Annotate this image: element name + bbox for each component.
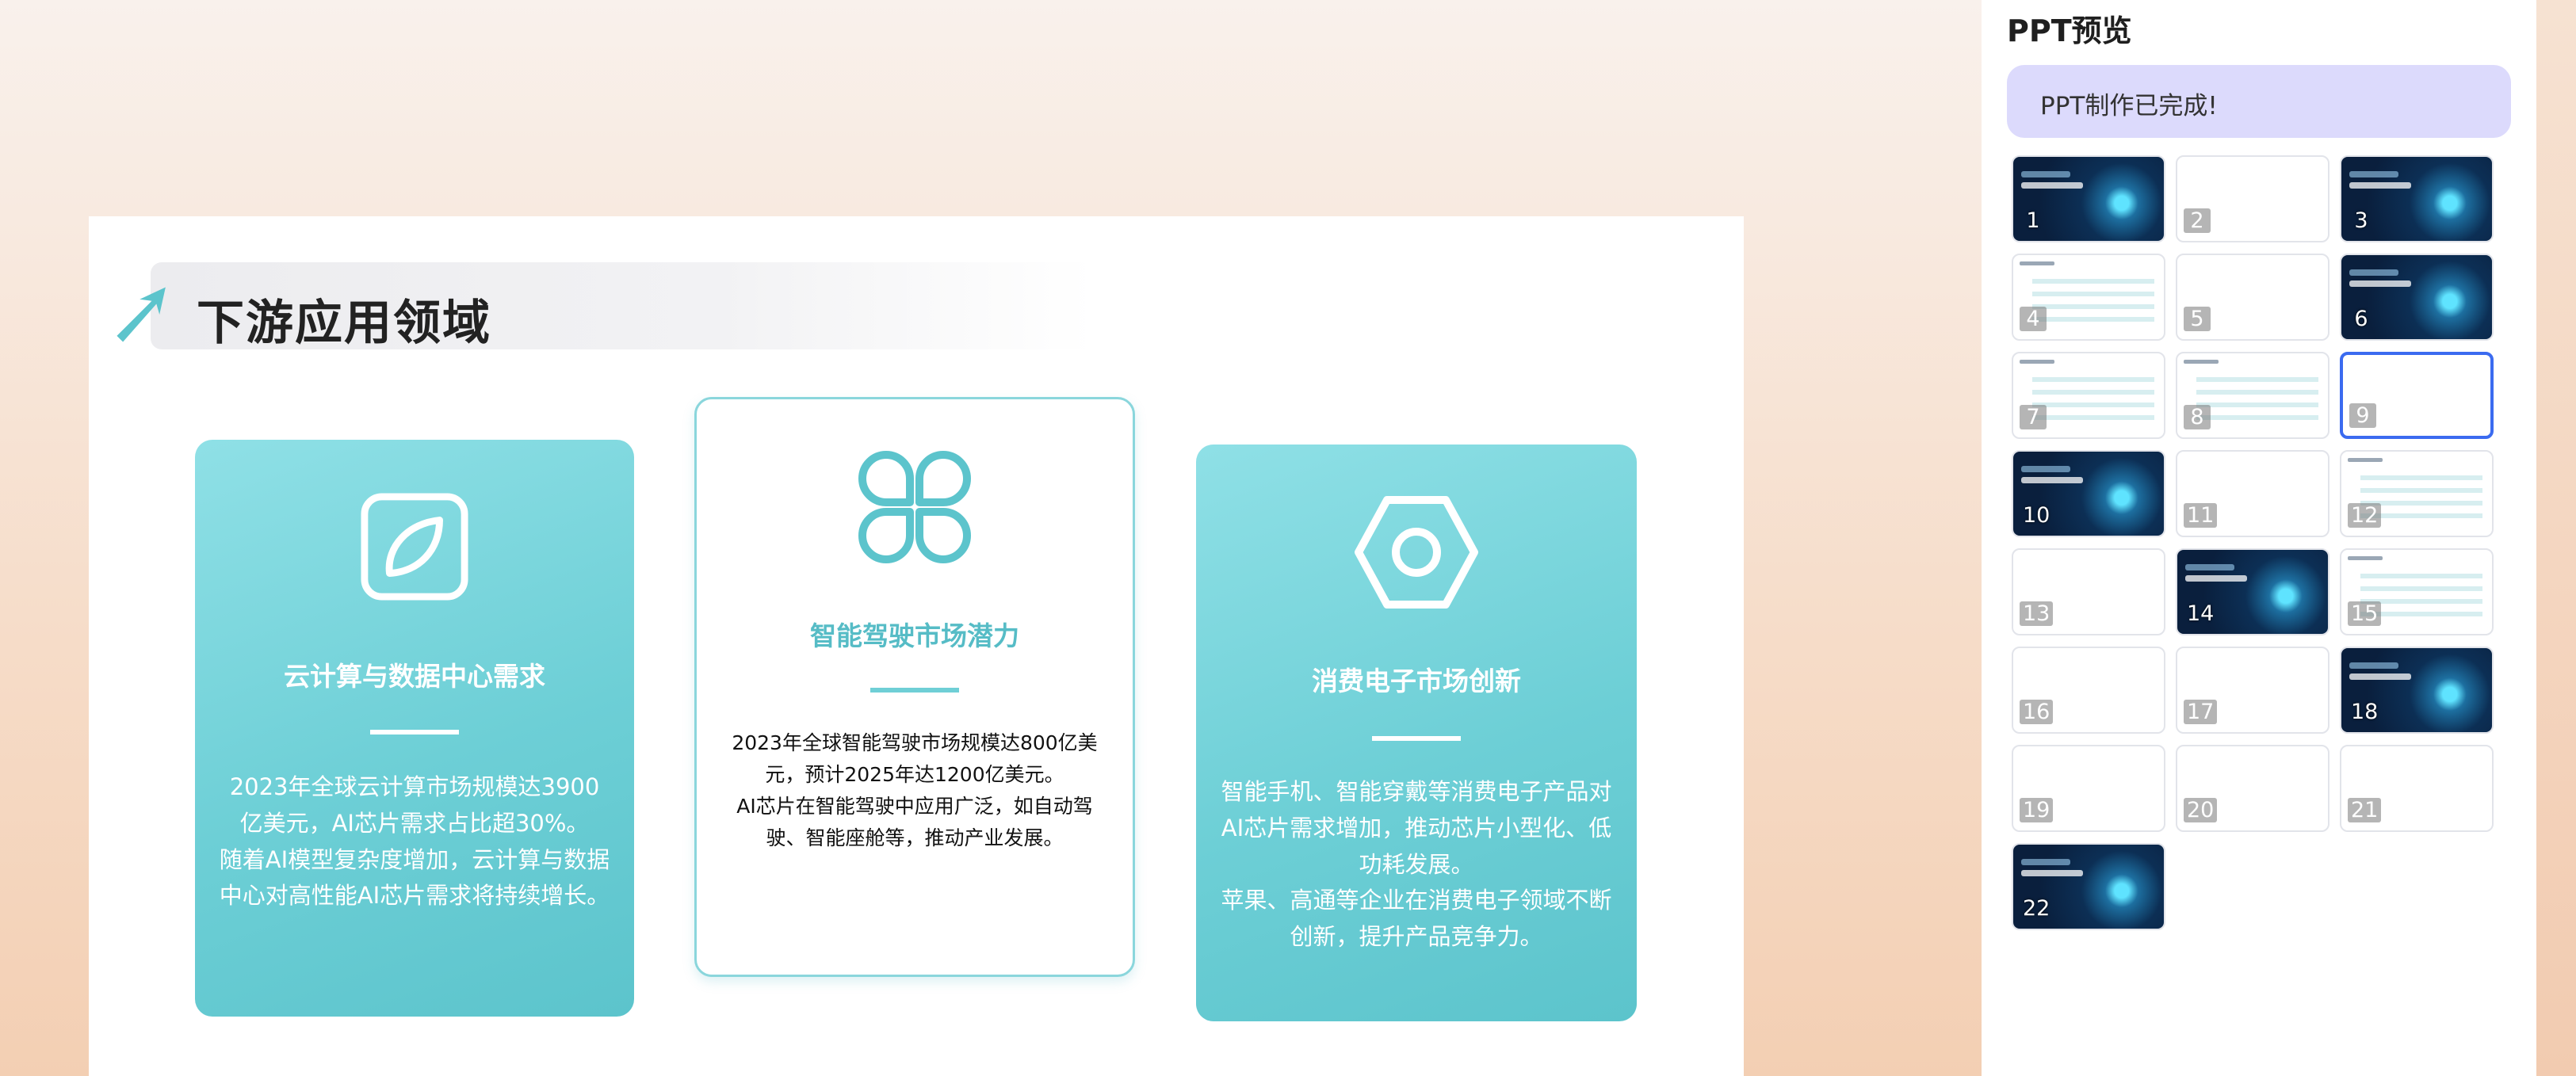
slide-thumbnail[interactable]: 12 [2340,450,2494,537]
slide-number: 13 [2020,601,2054,626]
slide-thumbnail[interactable]: 10 [2012,450,2165,537]
card-title: 消费电子市场创新 [1312,666,1521,696]
card-consumer-electronics: 消费电子市场创新 智能手机、智能穿戴等消费电子产品对AI芯片需求增加，推动芯片小… [1196,445,1637,1021]
slide-number: 15 [2348,601,2382,626]
slide-number: 9 [2349,403,2376,428]
slide-number: 22 [2023,896,2050,921]
card-divider [370,730,459,735]
slide-thumbnail[interactable]: 21 [2340,745,2494,832]
panel-title: PPT预览 [2007,13,2132,48]
slide-number: 19 [2020,798,2054,822]
slide-thumbnail[interactable]: 18 [2340,647,2494,734]
slide-number: 8 [2184,405,2211,429]
slide-number: 16 [2020,700,2054,724]
card-body: 智能手机、智能穿戴等消费电子产品对AI芯片需求增加，推动芯片小型化、低功耗发展。… [1220,774,1613,956]
slide-number: 5 [2184,307,2211,331]
slide-thumbnail[interactable]: 6 [2340,254,2494,341]
slide-thumbnail[interactable]: 17 [2176,647,2329,734]
slide-thumbnail[interactable]: 7 [2012,352,2165,439]
slide-number: 14 [2187,601,2215,626]
status-text: PPT制作已完成! [2040,92,2218,120]
slide-canvas: 下游应用领域 云计算与数据中心需求 2023年全球云计算市场规模达3900亿美元… [89,216,1744,1076]
slide-thumbnail[interactable]: 16 [2012,647,2165,734]
slide-number: 20 [2184,798,2218,822]
slide-number: 17 [2184,700,2218,724]
card-body: 2023年全球云计算市场规模达3900亿美元，AI芯片需求占比超30%。 随着A… [219,769,610,914]
slide-number: 1 [2026,208,2040,233]
four-petal-icon [858,451,971,563]
slide-number: 11 [2184,503,2218,528]
arrow-icon [117,287,166,342]
slide-title: 下游应用领域 [197,296,491,351]
card-body-line: 智能手机、智能穿戴等消费电子产品对AI芯片需求增加，推动芯片小型化、低功耗发展。 [1221,778,1612,878]
slide-thumbnail[interactable]: 4 [2012,254,2165,341]
card-title: 云计算与数据中心需求 [284,661,545,692]
card-body-line: 苹果、高通等企业在消费电子领域不断创新，提升产品竞争力。 [1221,887,1612,951]
card-body-line: 2023年全球智能驾驶市场规模达800亿美元，预计2025年达1200亿美元。 [732,731,1098,786]
card-divider [1372,736,1461,741]
slide-thumbnail[interactable]: 9 [2340,352,2494,439]
slide-number: 21 [2348,798,2382,822]
slide-thumbnail[interactable]: 8 [2176,352,2329,439]
slide-thumbnail[interactable]: 20 [2176,745,2329,832]
card-cloud-computing: 云计算与数据中心需求 2023年全球云计算市场规模达3900亿美元，AI芯片需求… [195,440,634,1017]
hexagon-nut-icon [1355,496,1478,609]
card-body: 2023年全球智能驾驶市场规模达800亿美元，预计2025年达1200亿美元。 … [720,727,1109,854]
slide-number: 2 [2184,208,2211,233]
slide-number: 4 [2020,307,2047,331]
card-autonomous-driving: 智能驾驶市场潜力 2023年全球智能驾驶市场规模达800亿美元，预计2025年达… [694,397,1135,977]
slide-number: 7 [2020,405,2047,429]
card-divider [870,688,959,693]
slide-thumbnail[interactable]: 14 [2176,548,2329,635]
slide-number: 18 [2351,700,2379,724]
slide-thumbnail[interactable]: 11 [2176,450,2329,537]
card-body-line: 随着AI模型复杂度增加，云计算与数据中心对高性能AI芯片需求将持续增长。 [219,845,610,910]
leaf-square-icon [361,493,468,601]
slide-number: 12 [2348,503,2382,528]
ppt-preview-panel: PPT预览 PPT制作已完成! 1 2 3 4 5 6 7 8 9 10 11 12 13 14 15 16 1… [1982,0,2536,1076]
window-edge [2536,0,2576,1076]
slide-thumbnail[interactable]: 22 [2012,843,2165,930]
slide-thumbnail-grid: 1 2 3 4 5 6 7 8 9 10 11 12 13 14 15 16 17 18 19 20 21 22 [2012,155,2506,932]
slide-thumbnail[interactable]: 3 [2340,155,2494,242]
status-message: PPT制作已完成! [2007,65,2511,138]
slide-thumbnail[interactable]: 1 [2012,155,2165,242]
slide-thumbnail[interactable]: 19 [2012,745,2165,832]
slide-number: 3 [2354,208,2368,233]
slide-thumbnail[interactable]: 13 [2012,548,2165,635]
card-title: 智能驾驶市场潜力 [810,620,1019,651]
card-body-line: AI芯片在智能驾驶中应用广泛，如自动驾驶、智能座舱等，推动产业发展。 [736,795,1093,849]
slide-number: 10 [2023,503,2050,528]
slide-thumbnail[interactable]: 15 [2340,548,2494,635]
slide-thumbnail[interactable]: 5 [2176,254,2329,341]
slide-thumbnail[interactable]: 2 [2176,155,2329,242]
card-body-line: 2023年全球云计算市场规模达3900亿美元，AI芯片需求占比超30%。 [229,773,600,837]
slide-number: 6 [2354,307,2368,331]
